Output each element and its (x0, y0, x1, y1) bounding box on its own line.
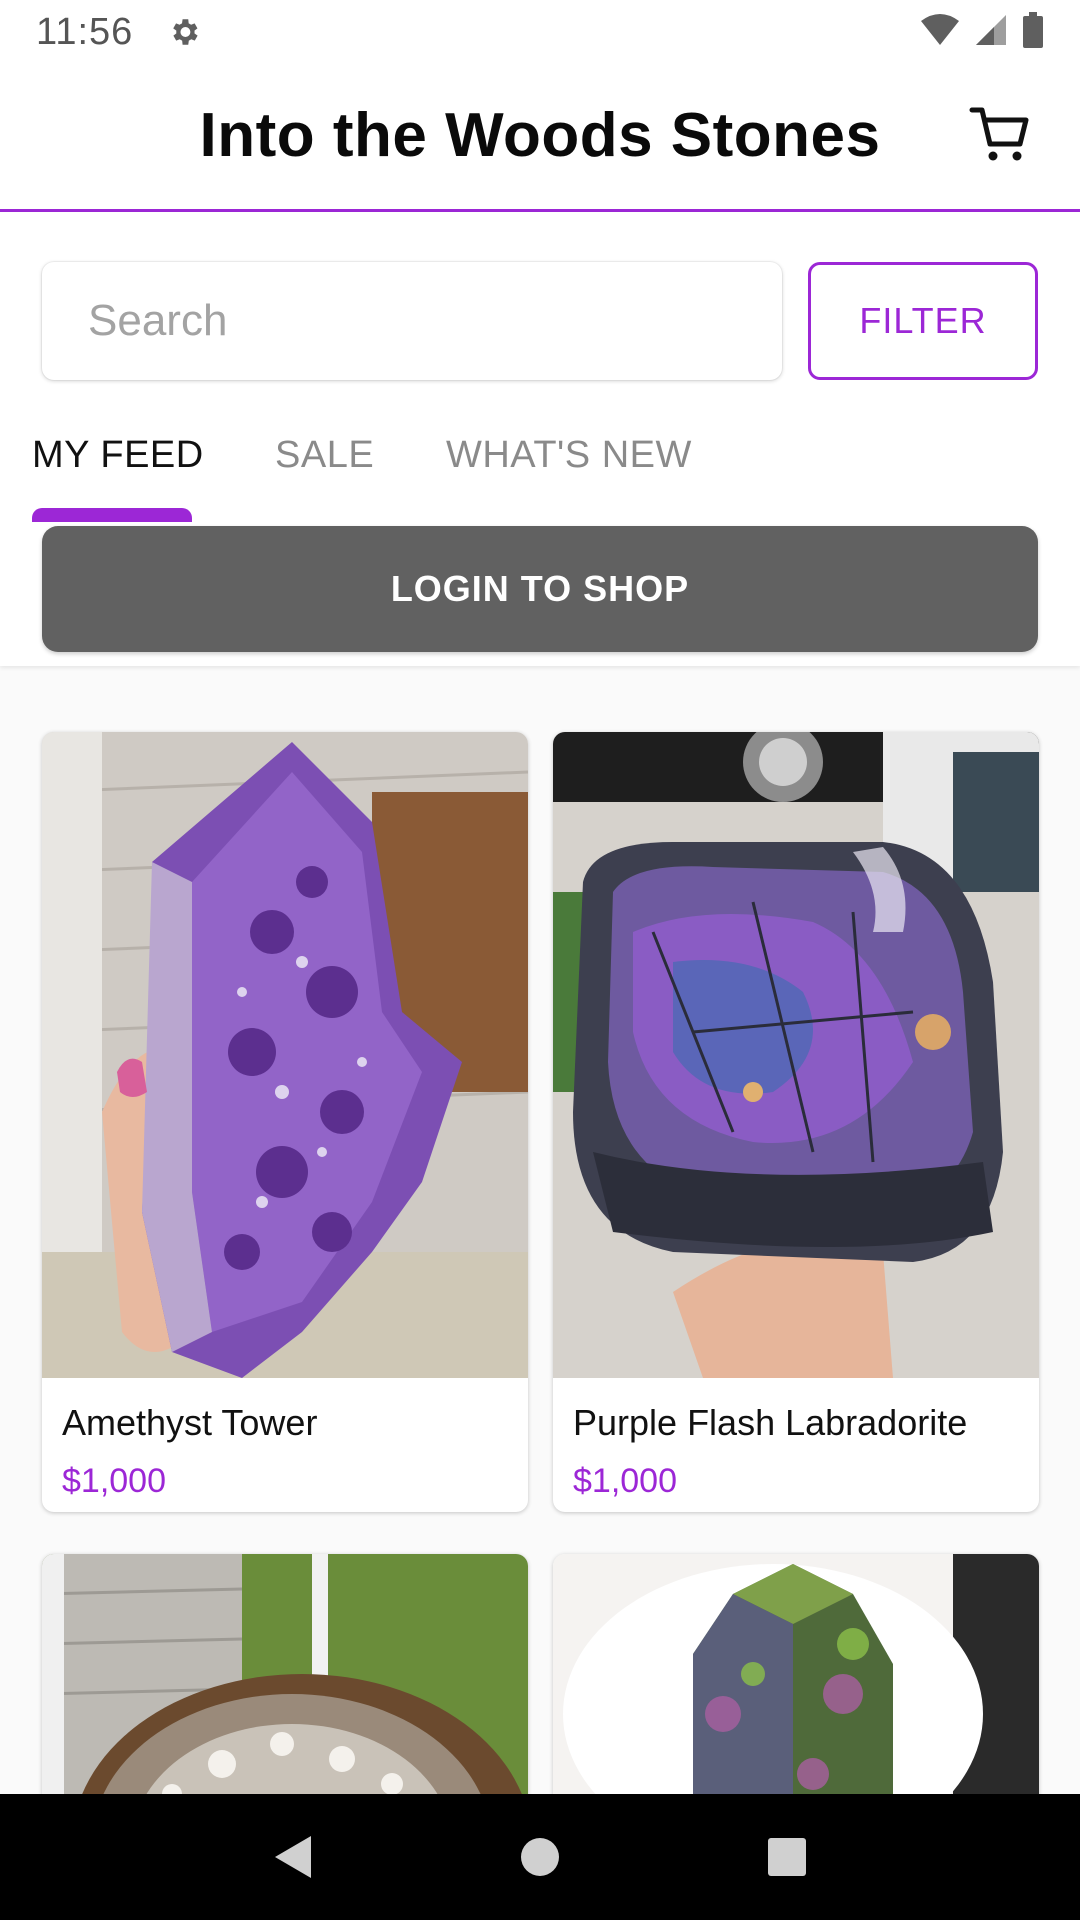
top-panel: FILTER MY FEED SALE WHAT'S NEW LOGIN TO … (0, 212, 1080, 666)
cart-button[interactable] (968, 102, 1032, 166)
app-title: Into the Woods Stones (199, 101, 881, 170)
product-image-aura-quartz[interactable] (553, 1554, 1039, 1814)
signal-icon (974, 13, 1008, 52)
cart-icon (969, 107, 1029, 161)
gear-icon (167, 15, 201, 49)
status-time: 11:56 (36, 10, 134, 53)
product-image-labradorite[interactable] (553, 732, 1039, 1378)
product-info: Amethyst Tower $1,000 (42, 1378, 528, 1512)
recents-icon (767, 1838, 806, 1876)
product-price: $1,000 (62, 1462, 166, 1500)
login-to-shop-button[interactable]: LOGIN TO SHOP (42, 526, 1038, 652)
tab-sale[interactable]: SALE (275, 434, 374, 477)
recents-button[interactable] (757, 1827, 817, 1887)
screen: 11:56 Into the Woods Stones Search FILTE… (0, 0, 1080, 1920)
product-image-agate[interactable] (42, 1554, 528, 1814)
product-card[interactable]: Purple Flash Labradorite $1,000 (553, 732, 1039, 1512)
product-info: Purple Flash Labradorite $1,000 (553, 1378, 1039, 1512)
tab-bar: MY FEED SALE WHAT'S NEW (0, 434, 1080, 504)
status-icons (920, 11, 1044, 53)
tab-my-feed[interactable]: MY FEED (32, 434, 204, 477)
search-box[interactable] (42, 262, 782, 380)
product-card[interactable] (553, 1554, 1039, 1814)
product-card[interactable] (42, 1554, 528, 1814)
tab-whats-new[interactable]: WHAT'S NEW (446, 434, 692, 477)
tab-indicator (32, 508, 192, 522)
filter-button[interactable]: FILTER (808, 262, 1038, 380)
app-header: Into the Woods Stones (0, 64, 1080, 212)
product-image-amethyst[interactable] (42, 732, 528, 1378)
product-name: Purple Flash Labradorite (573, 1402, 968, 1443)
product-card[interactable]: Amethyst Tower $1,000 (42, 732, 528, 1512)
search-input[interactable] (88, 296, 782, 346)
product-price: $1,000 (573, 1462, 677, 1500)
back-icon (275, 1836, 312, 1878)
back-button[interactable] (263, 1827, 323, 1887)
status-bar: 11:56 (0, 0, 1080, 64)
product-name: Amethyst Tower (62, 1402, 318, 1443)
battery-icon (1022, 11, 1044, 53)
home-icon (520, 1838, 559, 1876)
wifi-icon (920, 13, 960, 52)
home-button[interactable] (510, 1827, 570, 1887)
system-nav-bar (0, 1794, 1080, 1920)
